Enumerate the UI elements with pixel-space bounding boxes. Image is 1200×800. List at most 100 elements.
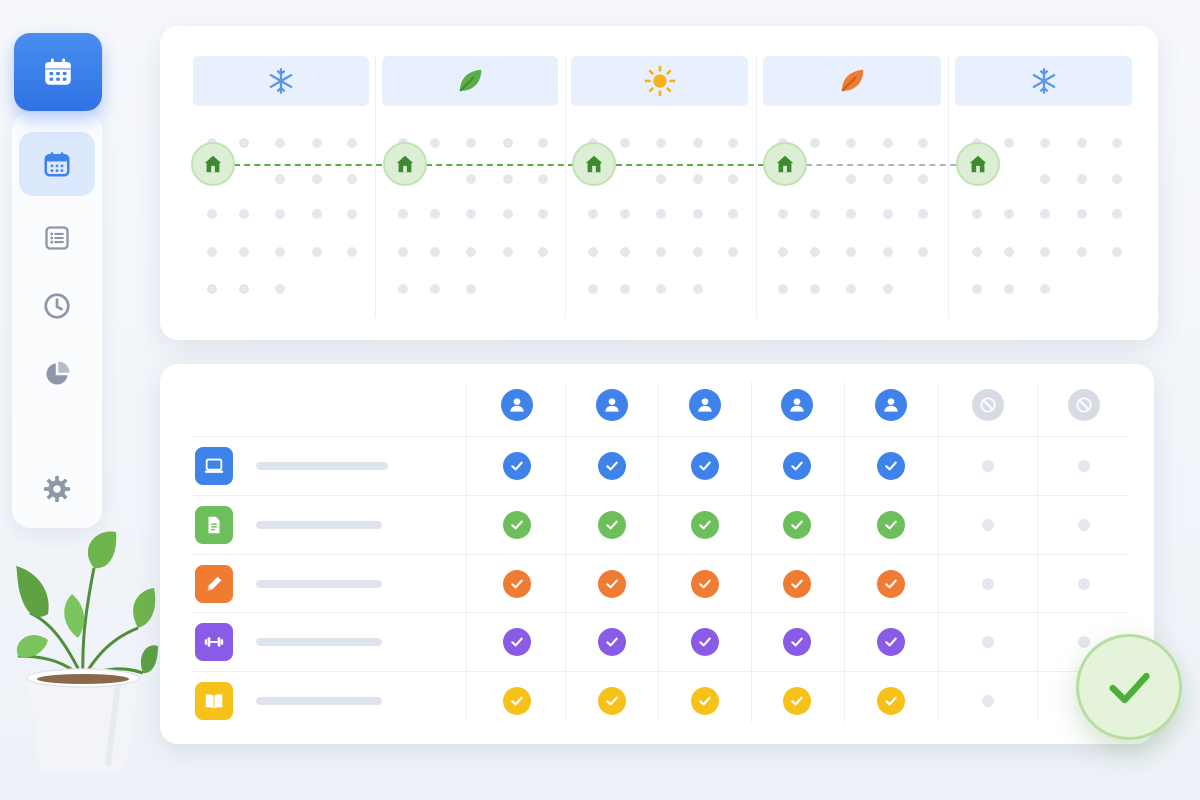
assignment-check[interactable] [503, 687, 531, 715]
assignment-check[interactable] [783, 511, 811, 539]
user-avatar-disabled[interactable] [1068, 389, 1100, 421]
season-tab-winter-2[interactable] [955, 56, 1132, 106]
day-dot [538, 209, 548, 219]
assignment-check[interactable] [691, 687, 719, 715]
confirm-button[interactable] [1076, 634, 1182, 740]
assignment-check[interactable] [503, 570, 531, 598]
day-dot [656, 138, 666, 148]
sidebar-item-settings[interactable] [19, 457, 95, 521]
day-dot [1077, 174, 1087, 184]
sidebar-item-list[interactable] [19, 206, 95, 270]
checkmark-icon [699, 579, 711, 589]
app-logo[interactable] [14, 33, 102, 111]
assignment-empty[interactable] [1078, 519, 1090, 531]
assignment-check[interactable] [503, 452, 531, 480]
milestone-node[interactable] [383, 142, 427, 186]
assignment-empty[interactable] [982, 636, 994, 648]
assignment-check[interactable] [691, 511, 719, 539]
day-dot [656, 209, 666, 219]
season-tab-autumn[interactable] [763, 56, 941, 106]
assignment-check[interactable] [598, 628, 626, 656]
milestone-node[interactable] [572, 142, 616, 186]
day-dot [1040, 138, 1050, 148]
day-dot [918, 247, 928, 257]
assignment-check[interactable] [598, 570, 626, 598]
sidebar-item-reports[interactable] [19, 342, 95, 406]
snowflake-icon [269, 68, 293, 94]
day-dot [312, 247, 322, 257]
assignment-check[interactable] [877, 570, 905, 598]
assignment-empty[interactable] [1078, 636, 1090, 648]
assignment-empty[interactable] [1078, 578, 1090, 590]
checkmark-icon [791, 520, 803, 530]
timeline-link [426, 164, 574, 166]
assignment-check[interactable] [877, 511, 905, 539]
task-icon-tile[interactable] [195, 682, 233, 720]
day-dot [1004, 247, 1014, 257]
day-dot [312, 138, 322, 148]
task-icon-tile[interactable] [195, 447, 233, 485]
assignment-check[interactable] [783, 452, 811, 480]
day-dot [466, 209, 476, 219]
leaf-icon [459, 69, 482, 92]
milestone-node[interactable] [763, 142, 807, 186]
day-dot [207, 209, 217, 219]
milestone-node[interactable] [956, 142, 1000, 186]
season-tab-summer[interactable] [571, 56, 748, 106]
assignment-check[interactable] [503, 511, 531, 539]
task-icon-tile[interactable] [195, 506, 233, 544]
day-dot [1004, 138, 1014, 148]
user-avatar[interactable] [596, 389, 628, 421]
checkmark-icon [699, 520, 711, 530]
gear-icon [43, 475, 71, 503]
user-avatar[interactable] [501, 389, 533, 421]
day-dot [693, 247, 703, 257]
user-avatar[interactable] [781, 389, 813, 421]
user-avatar[interactable] [875, 389, 907, 421]
assignment-empty[interactable] [982, 460, 994, 472]
checkmark-icon [511, 696, 523, 706]
assignment-check[interactable] [877, 452, 905, 480]
milestone-node[interactable] [191, 142, 235, 186]
day-dot [972, 209, 982, 219]
assignment-check[interactable] [503, 628, 531, 656]
task-label-placeholder [256, 697, 382, 705]
assignment-check[interactable] [598, 452, 626, 480]
task-icon-tile[interactable] [195, 623, 233, 661]
assignment-empty[interactable] [982, 519, 994, 531]
checkmark-icon [791, 637, 803, 647]
checkmark-icon [699, 637, 711, 647]
document-icon [208, 516, 220, 534]
checkmark-icon [791, 696, 803, 706]
assignment-check[interactable] [691, 570, 719, 598]
checkmark-icon [885, 637, 897, 647]
assignment-check[interactable] [877, 628, 905, 656]
assignment-check[interactable] [877, 687, 905, 715]
assignment-check[interactable] [783, 570, 811, 598]
season-tab-spring[interactable] [382, 56, 558, 106]
assignment-check[interactable] [691, 628, 719, 656]
user-avatar-disabled[interactable] [972, 389, 1004, 421]
sidebar-item-history[interactable] [19, 274, 95, 338]
assignment-check[interactable] [691, 452, 719, 480]
assignment-check[interactable] [598, 511, 626, 539]
assignment-check[interactable] [783, 687, 811, 715]
assignment-empty[interactable] [982, 695, 994, 707]
season-tab-winter[interactable] [193, 56, 369, 106]
timeline-link [806, 164, 956, 166]
row-divider [192, 671, 1128, 672]
task-icon-tile[interactable] [195, 565, 233, 603]
day-dot [728, 138, 738, 148]
row-divider [192, 436, 1128, 437]
checkmark-icon [511, 637, 523, 647]
assignment-check[interactable] [783, 628, 811, 656]
day-dot [620, 209, 630, 219]
assignment-check[interactable] [598, 687, 626, 715]
task-label-placeholder [256, 638, 382, 646]
user-avatar[interactable] [689, 389, 721, 421]
checkmark-icon [885, 461, 897, 471]
assignment-empty[interactable] [982, 578, 994, 590]
sidebar-item-calendar[interactable] [19, 132, 95, 196]
user-blocked-icon [980, 397, 996, 413]
assignment-empty[interactable] [1078, 460, 1090, 472]
